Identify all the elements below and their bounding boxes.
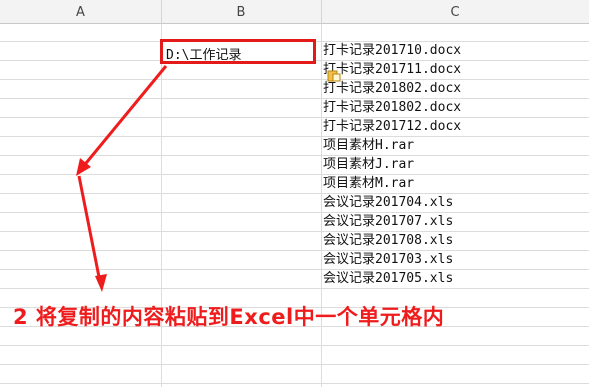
arrow-line [77,175,102,283]
spreadsheet: A B C 打卡记录201710.docx 打卡记录201711.docx 打卡记录… [0,0,589,387]
instruction-text: 2 将复制的内容粘贴到Excel中一个单元格内 [13,305,445,329]
arrow-line [80,65,168,169]
arrow-head [95,274,107,292]
